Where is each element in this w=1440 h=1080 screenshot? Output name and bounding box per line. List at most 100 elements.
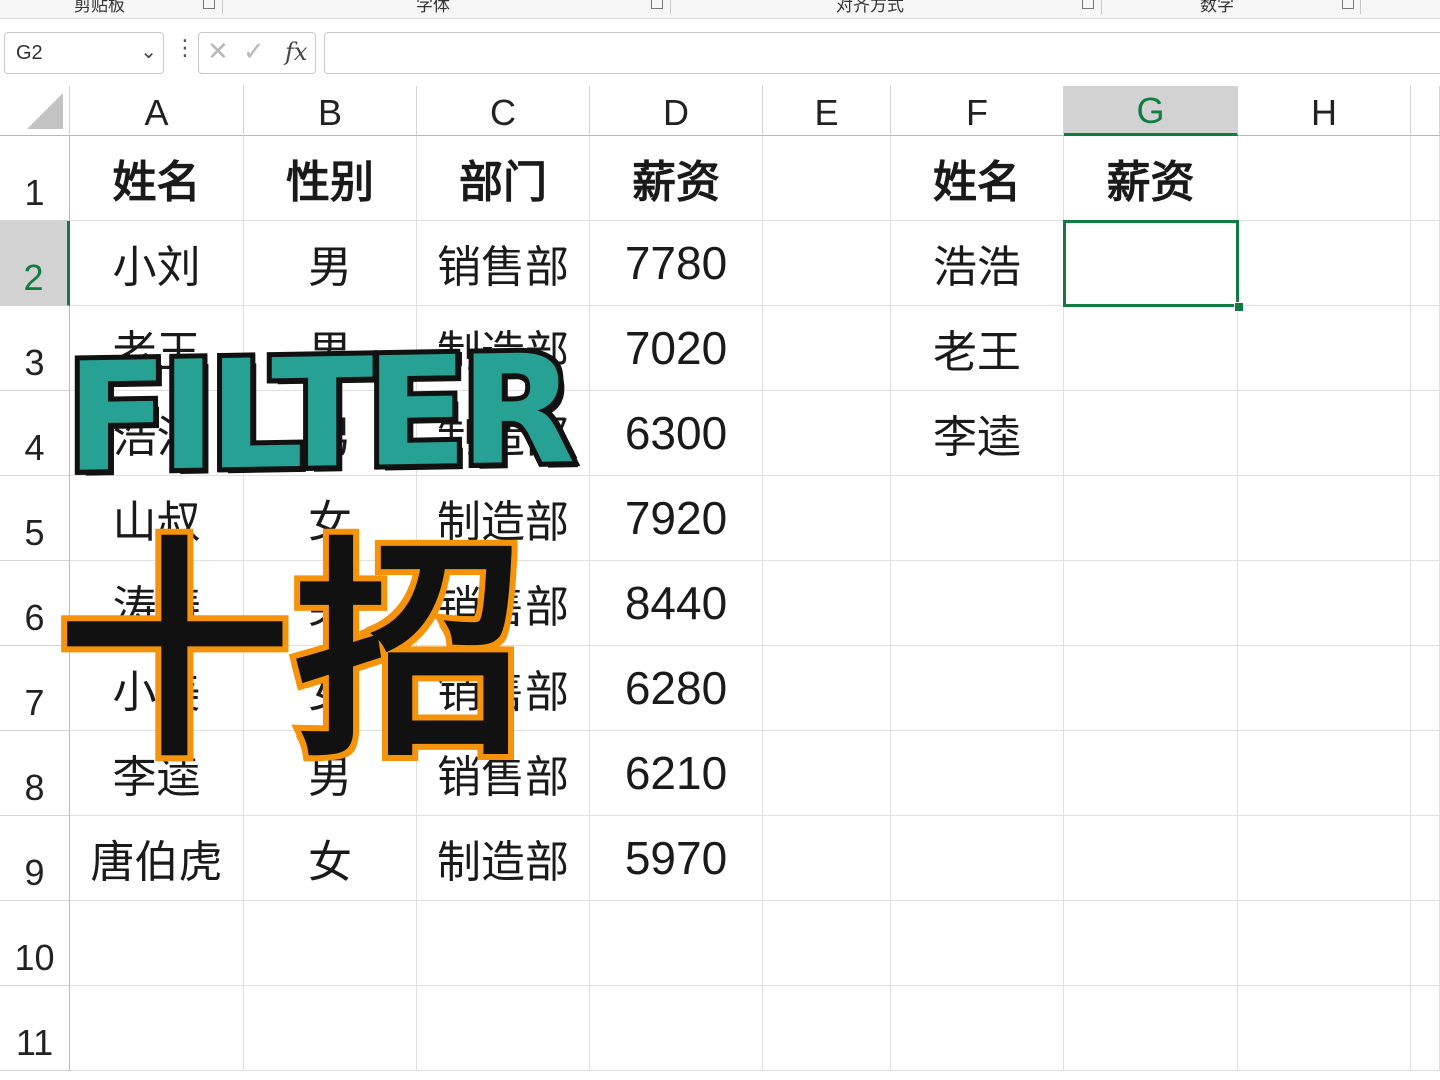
cell-d5[interactable]: 7920 <box>590 476 763 561</box>
cell-e11[interactable] <box>763 986 891 1071</box>
clipboard-launcher-icon[interactable] <box>203 0 215 9</box>
cell-d2[interactable]: 7780 <box>590 221 763 306</box>
font-launcher-icon[interactable] <box>651 0 663 9</box>
cell-i9[interactable] <box>1411 816 1440 901</box>
column-header-e[interactable]: E <box>763 86 891 136</box>
cell-h3[interactable] <box>1238 306 1411 391</box>
cell-d8[interactable]: 6210 <box>590 731 763 816</box>
cell-h11[interactable] <box>1238 986 1411 1071</box>
cell-f2[interactable]: 浩浩 <box>891 221 1064 306</box>
cell-i3[interactable] <box>1411 306 1440 391</box>
cell-g7[interactable] <box>1064 646 1238 731</box>
name-box[interactable]: G2 ⌄ <box>4 32 164 74</box>
cell-d10[interactable] <box>590 901 763 986</box>
column-header-f[interactable]: F <box>891 86 1064 136</box>
cell-e5[interactable] <box>763 476 891 561</box>
alignment-launcher-icon[interactable] <box>1082 0 1094 9</box>
cell-f11[interactable] <box>891 986 1064 1071</box>
cell-i11[interactable] <box>1411 986 1440 1071</box>
cell-a2[interactable]: 小刘 <box>70 221 244 306</box>
column-header-c[interactable]: C <box>417 86 590 136</box>
cell-i5[interactable] <box>1411 476 1440 561</box>
cell-g9[interactable] <box>1064 816 1238 901</box>
cell-h4[interactable] <box>1238 391 1411 476</box>
row-header-3[interactable]: 3 <box>0 306 70 391</box>
fill-handle[interactable] <box>1234 302 1244 312</box>
cell-f10[interactable] <box>891 901 1064 986</box>
cell-d9[interactable]: 5970 <box>590 816 763 901</box>
cell-a9[interactable]: 唐伯虎 <box>70 816 244 901</box>
row-header-4[interactable]: 4 <box>0 391 70 476</box>
column-header-b[interactable]: B <box>244 86 417 136</box>
cell-g10[interactable] <box>1064 901 1238 986</box>
cell-f6[interactable] <box>891 561 1064 646</box>
cell-g1[interactable]: 薪资 <box>1064 136 1238 221</box>
cell-i1[interactable] <box>1411 136 1440 221</box>
cell-d11[interactable] <box>590 986 763 1071</box>
row-header-1[interactable]: 1 <box>0 136 70 221</box>
cell-f1[interactable]: 姓名 <box>891 136 1064 221</box>
cell-f8[interactable] <box>891 731 1064 816</box>
cell-h5[interactable] <box>1238 476 1411 561</box>
cell-e7[interactable] <box>763 646 891 731</box>
cell-a10[interactable] <box>70 901 244 986</box>
cell-e2[interactable] <box>763 221 891 306</box>
cell-c10[interactable] <box>417 901 590 986</box>
cell-b1[interactable]: 性别 <box>244 136 417 221</box>
cell-g4[interactable] <box>1064 391 1238 476</box>
cell-f9[interactable] <box>891 816 1064 901</box>
cell-d1[interactable]: 薪资 <box>590 136 763 221</box>
cell-e8[interactable] <box>763 731 891 816</box>
cell-i10[interactable] <box>1411 901 1440 986</box>
column-header-partial[interactable] <box>1411 86 1440 136</box>
cell-h9[interactable] <box>1238 816 1411 901</box>
chevron-down-icon[interactable]: ⌄ <box>140 39 157 63</box>
column-header-a[interactable]: A <box>70 86 244 136</box>
cell-i7[interactable] <box>1411 646 1440 731</box>
cell-f4[interactable]: 李逵 <box>891 391 1064 476</box>
cell-e3[interactable] <box>763 306 891 391</box>
cell-e9[interactable] <box>763 816 891 901</box>
cell-i6[interactable] <box>1411 561 1440 646</box>
cell-c11[interactable] <box>417 986 590 1071</box>
cell-i4[interactable] <box>1411 391 1440 476</box>
cell-h8[interactable] <box>1238 731 1411 816</box>
cell-b10[interactable] <box>244 901 417 986</box>
cell-i8[interactable] <box>1411 731 1440 816</box>
cell-e4[interactable] <box>763 391 891 476</box>
cell-h6[interactable] <box>1238 561 1411 646</box>
cell-f7[interactable] <box>891 646 1064 731</box>
cell-g11[interactable] <box>1064 986 1238 1071</box>
cell-c1[interactable]: 部门 <box>417 136 590 221</box>
cancel-icon[interactable]: ✕ <box>207 37 229 67</box>
cell-g6[interactable] <box>1064 561 1238 646</box>
row-header-2[interactable]: 2 <box>0 221 70 306</box>
column-header-h[interactable]: H <box>1238 86 1411 136</box>
row-header-11[interactable]: 11 <box>0 986 70 1071</box>
more-options-icon[interactable]: ⋮ <box>174 38 196 60</box>
cell-b11[interactable] <box>244 986 417 1071</box>
number-launcher-icon[interactable] <box>1342 0 1354 9</box>
insert-function-icon[interactable]: fx <box>285 38 307 66</box>
select-all-button[interactable] <box>0 86 70 136</box>
formula-input[interactable] <box>324 32 1440 74</box>
cell-g3[interactable] <box>1064 306 1238 391</box>
cell-b2[interactable]: 男 <box>244 221 417 306</box>
cell-b9[interactable]: 女 <box>244 816 417 901</box>
cell-h7[interactable] <box>1238 646 1411 731</box>
cell-a11[interactable] <box>70 986 244 1071</box>
cell-h1[interactable] <box>1238 136 1411 221</box>
cell-e10[interactable] <box>763 901 891 986</box>
row-header-10[interactable]: 10 <box>0 901 70 986</box>
column-header-d[interactable]: D <box>590 86 763 136</box>
cell-f5[interactable] <box>891 476 1064 561</box>
cell-e6[interactable] <box>763 561 891 646</box>
cell-d7[interactable]: 6280 <box>590 646 763 731</box>
row-header-9[interactable]: 9 <box>0 816 70 901</box>
cell-c9[interactable]: 制造部 <box>417 816 590 901</box>
cell-h2[interactable] <box>1238 221 1411 306</box>
cell-g5[interactable] <box>1064 476 1238 561</box>
enter-icon[interactable]: ✓ <box>243 37 265 67</box>
cell-h10[interactable] <box>1238 901 1411 986</box>
column-header-g[interactable]: G <box>1064 86 1238 136</box>
